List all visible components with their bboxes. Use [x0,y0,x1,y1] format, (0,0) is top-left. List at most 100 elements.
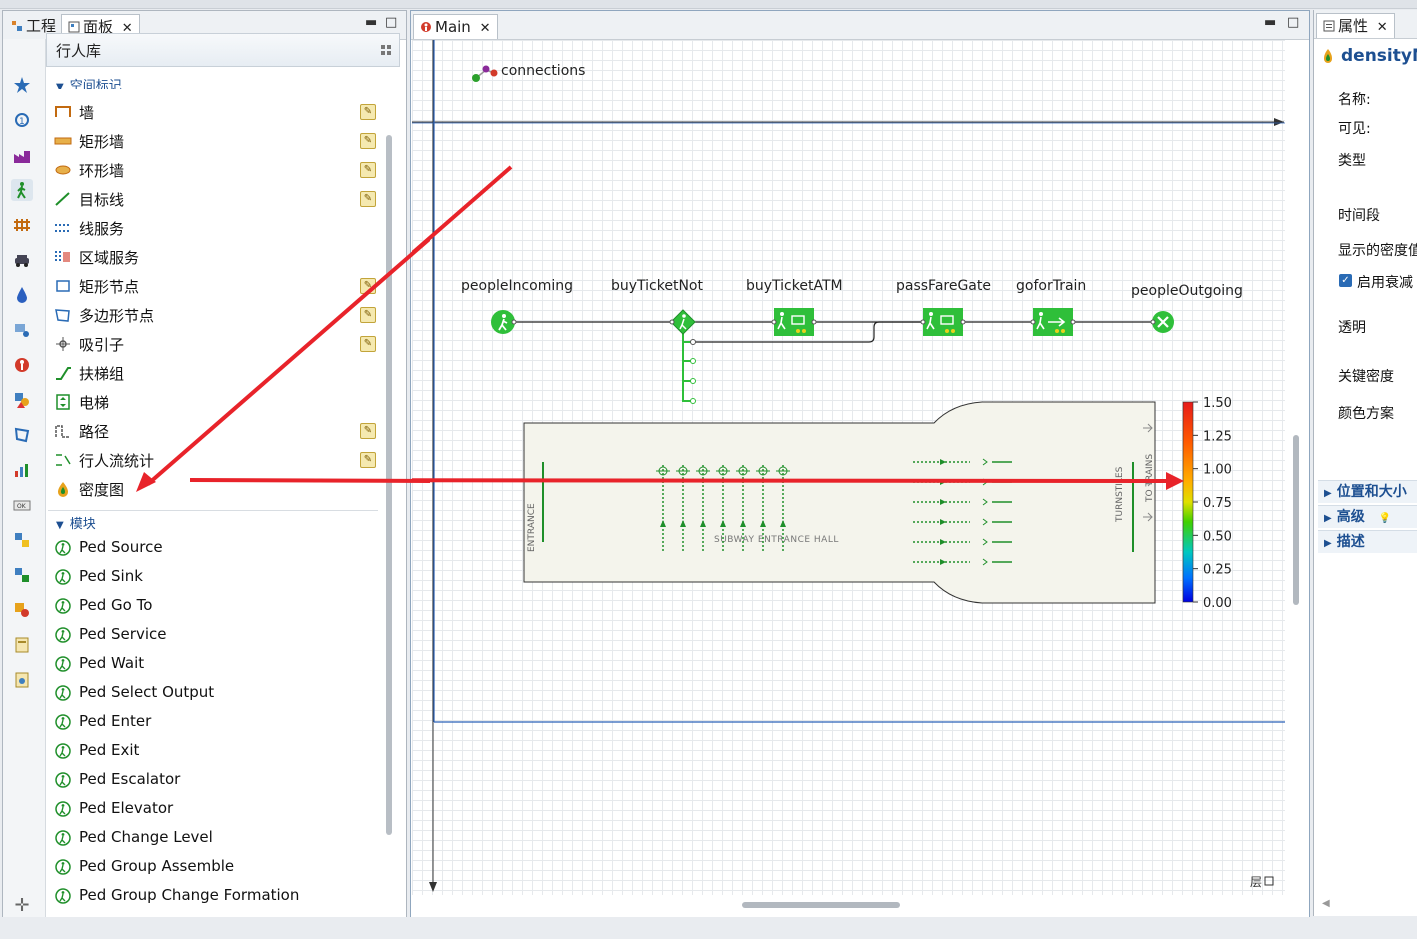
entrance-label: ENTRANCE [527,503,537,552]
factory-icon[interactable] [11,144,33,166]
ped-source-block[interactable] [491,310,517,334]
palette-item-label: 墙 [79,104,95,122]
space-section-header[interactable]: ▼ 空间标记 [48,75,378,89]
process-library-icon[interactable]: 1 [11,109,33,131]
ped-sink-block[interactable] [1150,311,1174,333]
canvas-drawing: connections peopleIncoming buyTicketNot … [412,40,1285,892]
pictures-icon[interactable] [11,564,33,586]
palette-item[interactable]: Ped Change Level [48,824,378,852]
palette-item-label: 环形墙 [79,162,125,180]
palette-item-label: 线服务 [79,220,125,238]
field-transparency: 透明 [1338,320,1366,336]
palette-category-bar: 1 OK ✛ [3,39,46,917]
ped-service-block[interactable] [771,308,817,336]
agent-library-icon[interactable] [11,354,33,376]
palette-item[interactable]: Ped Sink [48,563,378,591]
palette-item-label: Ped Group Assemble [79,857,235,875]
palette-item[interactable]: 矩形墙 ✎ [48,127,378,155]
legend-tick-label: 0.25 [1203,563,1232,578]
palette-item[interactable]: Ped Group Change Formation [48,882,378,910]
ped-group-formation-icon [55,888,71,904]
section-description[interactable]: ▶ 描述 [1318,530,1417,553]
palette-item[interactable]: Ped Group Assemble [48,853,378,881]
scroll-left-icon[interactable]: ◀ [1322,898,1330,909]
files-icon[interactable] [11,669,33,691]
ped-goto-icon [55,598,71,614]
minimize-icon[interactable]: ▬ [365,15,377,30]
lightbulb-icon: 💡 [1378,513,1392,524]
rect-wall-icon [54,137,72,145]
density-map-icon [58,482,68,497]
edit-mode-icon[interactable]: ✎ [360,133,376,149]
connections-icon[interactable] [472,65,498,83]
analysis-icon[interactable] [11,459,33,481]
legend-tick-label: 0.50 [1203,529,1232,544]
block-label: passFareGate [896,278,991,294]
presentation-icon[interactable] [11,389,33,411]
fluid-library-icon[interactable] [11,284,33,306]
status-bar [0,917,1417,939]
legend-tick-label: 1.50 [1203,396,1232,411]
material-handling-icon[interactable] [11,319,33,341]
density-color-legend[interactable] [1182,401,1194,603]
controls-icon[interactable]: OK [11,494,33,516]
shapes-3d-icon[interactable] [11,599,33,621]
palette-item[interactable]: Ped Service [48,621,378,649]
grid-view-icon[interactable] [381,45,391,55]
palette-item-label: 路径 [79,423,110,441]
tab-properties[interactable]: 属性 ✕ [1316,13,1395,38]
modules-section-header[interactable]: ▼ 模块 [48,510,378,535]
ring-wall-icon [55,165,71,175]
field-name: 名称: [1338,92,1371,108]
area-service-icon [55,251,70,263]
edit-mode-icon[interactable]: ✎ [360,104,376,120]
palette-item[interactable]: Ped Enter [48,708,378,736]
pedestrian-library-icon[interactable] [11,179,33,201]
rail-library-icon[interactable] [11,214,33,236]
section-advanced[interactable]: ▶ 高级 💡 [1318,505,1417,528]
palette-item[interactable]: 墙 ✎ [48,98,378,126]
palette-item[interactable]: Ped Escalator [48,766,378,794]
favorites-icon[interactable] [11,74,33,96]
system-dynamics-icon[interactable] [11,634,33,656]
palette-item[interactable]: Ped Wait [48,650,378,678]
section-position-size[interactable]: ▶ 位置和大小 [1318,480,1417,503]
library-header[interactable]: 行人库 [46,33,400,67]
maximize-icon[interactable]: □ [385,15,397,30]
space-markup-icon[interactable] [11,424,33,446]
subway-hall-floor[interactable] [523,401,1156,604]
close-icon[interactable]: ✕ [1377,20,1388,35]
enable-decay-checkbox[interactable]: ✓ [1339,274,1352,287]
palette-item-label: Ped Change Level [79,828,213,846]
vertical-scrollbar[interactable] [1293,435,1299,605]
tab-main[interactable]: Main ✕ [413,14,498,39]
field-time-period: 时间段 [1338,208,1380,224]
ped-elevator-icon [55,801,71,817]
ped-goto-block[interactable] [1030,308,1076,336]
elevator-icon [56,394,70,410]
palette-item-label: Ped Source [79,538,163,556]
horizontal-scrollbar[interactable] [742,902,900,908]
palette-item-label: Ped Service [79,625,167,643]
palette-item[interactable]: Ped Exit [48,737,378,765]
add-palette-icon[interactable]: ✛ [11,894,33,916]
palette-item-label: 矩形墙 [79,133,125,151]
ped-wait-icon [55,656,71,672]
minimize-icon[interactable]: ▬ [1264,15,1276,30]
object-name: densityM [1341,46,1417,66]
graphical-editor-canvas[interactable]: connections peopleIncoming buyTicketNot … [412,40,1285,895]
road-traffic-icon[interactable] [11,249,33,271]
palette-item[interactable]: Ped Go To [48,592,378,620]
ped-service-block[interactable] [920,308,966,336]
palette-item[interactable]: Ped Select Output [48,679,378,707]
maximize-icon[interactable]: □ [1287,15,1299,30]
connectivity-icon[interactable] [11,529,33,551]
palette-item-label: Ped Enter [79,712,152,730]
ped-group-assemble-icon [55,859,71,875]
close-icon[interactable]: ✕ [480,21,491,36]
ped-select-output-block[interactable] [669,309,696,335]
palette-item[interactable]: Ped Source [48,534,378,562]
palette-item[interactable]: Ped Elevator [48,795,378,823]
ped-change-level-icon [55,830,71,846]
layers-icon[interactable] [1264,876,1274,886]
